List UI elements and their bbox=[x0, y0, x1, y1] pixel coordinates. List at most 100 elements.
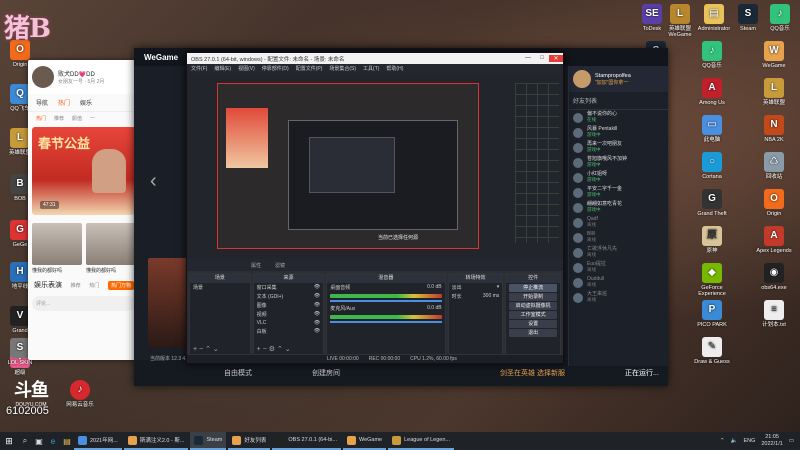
obs-menu-item[interactable]: 工具(T) bbox=[363, 65, 379, 72]
friend-item[interactable]: 小红姐呀 游戏中 bbox=[569, 170, 668, 185]
taskbar-task[interactable]: WeGame bbox=[342, 432, 387, 450]
desktop-icon[interactable]: G Grand Theft bbox=[694, 189, 730, 217]
section-link[interactable]: 热门 bbox=[89, 282, 99, 289]
taskbar-task[interactable]: League of Legen... bbox=[388, 432, 454, 450]
server-select[interactable]: 剑圣在英雄 选择新服 bbox=[500, 368, 565, 378]
friend-item[interactable]: 大王来巡 离线 bbox=[569, 290, 668, 305]
desktop-icon[interactable]: W WeGame bbox=[756, 41, 792, 69]
section-link[interactable]: 推荐 bbox=[71, 282, 81, 289]
desktop-icon[interactable]: ≡ 计划本.txt bbox=[756, 300, 792, 328]
tab-nav[interactable]: 导航 bbox=[36, 98, 48, 107]
obs-menu-item[interactable]: 文件(F) bbox=[191, 65, 207, 72]
windows-start-icon[interactable]: ⊞ bbox=[0, 432, 18, 450]
obs-preview[interactable]: 当前已选择任何源 bbox=[187, 73, 563, 259]
control-button-3[interactable]: 工作室模式 bbox=[509, 311, 558, 319]
desktop-icon[interactable]: ✎ Draw & Guess bbox=[694, 337, 730, 365]
language-indicator[interactable]: ENG bbox=[743, 438, 755, 444]
control-button-2[interactable]: 启动虚拟摄像机 bbox=[509, 302, 558, 310]
edge-icon[interactable]: e bbox=[46, 432, 60, 450]
file-explorer-icon[interactable]: ▤ bbox=[60, 432, 74, 450]
friend-item[interactable]: Ouddull 离线 bbox=[569, 275, 668, 290]
volume-slider[interactable] bbox=[330, 300, 442, 302]
taskbar-task[interactable]: OBS 27.0.1 (64-bi... bbox=[272, 432, 341, 450]
eye-icon[interactable]: 👁 bbox=[314, 311, 320, 318]
chevron-up-icon[interactable]: ⌃ bbox=[720, 438, 725, 444]
source-item[interactable]: 白板 👁 bbox=[254, 327, 324, 336]
source-item[interactable]: 文本 (GDI+) 👁 bbox=[254, 292, 324, 301]
subtab-looks[interactable]: 颜值 bbox=[72, 115, 82, 122]
taskbar-task[interactable]: 斯满注义2.0 - 斯... bbox=[123, 432, 189, 450]
tab-hot[interactable]: 热门 bbox=[58, 98, 70, 107]
friend-item[interactable]: 风暴 Pentakill 游戏中 bbox=[569, 125, 668, 140]
friend-item[interactable]: Qadf 离线 bbox=[569, 215, 668, 230]
source-item[interactable]: 视频 👁 bbox=[254, 310, 324, 319]
tab-entertainment[interactable]: 娱乐 bbox=[80, 98, 92, 107]
taskbar-task[interactable]: 2021年网... bbox=[74, 432, 122, 450]
obs-menu-item[interactable]: 帮助(H) bbox=[386, 65, 403, 72]
subtab-hot[interactable]: 热门 bbox=[36, 115, 46, 122]
filters-button[interactable]: 滤镜 bbox=[275, 262, 285, 269]
friend-item[interactable]: 偏不说你的心 在线 bbox=[569, 110, 668, 125]
desktop-icon[interactable]: O Origin bbox=[756, 189, 792, 217]
minimize-icon[interactable]: — bbox=[521, 55, 535, 62]
desktop-icon[interactable]: ◉ obs64.exe bbox=[756, 263, 792, 291]
stream-thumbnail[interactable] bbox=[32, 223, 82, 265]
desktop-icon[interactable]: A Apex Legends bbox=[756, 226, 792, 254]
friend-item[interactable]: 再来一次吧朋友 游戏中 bbox=[569, 140, 668, 155]
notification-icon[interactable]: ▭ bbox=[789, 438, 794, 444]
source-item[interactable]: 窗口采集 👁 bbox=[254, 283, 324, 292]
obs-menu-item[interactable]: 编辑(E) bbox=[214, 65, 231, 72]
desktop-icon[interactable]: ♪ QQ音乐 bbox=[694, 41, 730, 69]
eye-icon[interactable]: 👁 bbox=[314, 320, 320, 326]
speaker-icon[interactable]: 🔈 bbox=[731, 438, 738, 444]
taskbar-task[interactable]: 好友列表 bbox=[228, 432, 271, 450]
transition-duration[interactable]: 时长 300 ms bbox=[449, 292, 503, 301]
eye-icon[interactable]: 👁 bbox=[314, 284, 320, 291]
search-icon[interactable]: ⌕ bbox=[18, 432, 32, 450]
preview-canvas[interactable]: 当前已选择任何源 bbox=[217, 83, 479, 249]
desktop-icon[interactable]: N NBA 2K bbox=[756, 115, 792, 143]
friend-item[interactable]: 亡歌浮休凡先 离线 bbox=[569, 245, 668, 260]
desktop-icon[interactable]: ♪ 网易云音乐 bbox=[62, 380, 98, 408]
my-profile[interactable]: Stampropolfea “加加”国你拿一 bbox=[569, 66, 668, 92]
close-icon[interactable]: ✕ bbox=[549, 55, 563, 62]
eye-icon[interactable]: 👁 bbox=[314, 293, 320, 300]
desktop-icon[interactable]: 原原神 bbox=[694, 226, 730, 254]
desktop-icon[interactable]: ▭ 此电脑 bbox=[694, 115, 730, 143]
subtab-recommend[interactable]: 推荐 bbox=[54, 115, 64, 122]
properties-button[interactable]: 属性 bbox=[251, 262, 261, 269]
control-button-4[interactable]: 设置 bbox=[509, 320, 558, 328]
friend-item[interactable]: Euo提拉 离线 bbox=[569, 260, 668, 275]
taskbar-task[interactable]: Steam bbox=[190, 432, 227, 450]
scenes-footer[interactable]: + − ⌃ ⌄ bbox=[190, 345, 250, 354]
control-button-5[interactable]: 退出 bbox=[509, 329, 558, 337]
clock[interactable]: 21:05 2022/1/1 bbox=[761, 434, 782, 447]
section-tag[interactable]: 热门万物 bbox=[107, 280, 134, 290]
desktop-icon[interactable]: ♺ 回收站 bbox=[756, 152, 792, 180]
source-item[interactable]: VLC 👁 bbox=[254, 319, 324, 327]
source-item[interactable]: 图像 👁 bbox=[254, 301, 324, 310]
friend-item[interactable]: 苍旭旗哦风不加钟 游戏中 bbox=[569, 155, 668, 170]
scene-item[interactable]: 场景 bbox=[190, 283, 250, 292]
sources-footer[interactable]: + − ⚙ ⌃ ⌄ bbox=[254, 345, 324, 354]
subtab-more[interactable]: 一 bbox=[90, 115, 95, 122]
task-view-icon[interactable]: ▣ bbox=[32, 432, 46, 450]
desktop-icon[interactable]: L 英雄联盟WeGame bbox=[662, 4, 698, 38]
mobile-profile[interactable]: 败犬DD💗DD 女朋友一号 · 5月 2月 bbox=[28, 60, 140, 94]
stream-thumbnail[interactable] bbox=[86, 223, 136, 265]
desktop-icon[interactable]: S Steam bbox=[730, 4, 766, 32]
obs-menu-item[interactable]: 视图(V) bbox=[238, 65, 255, 72]
desktop-icon[interactable]: P PICO PARK bbox=[694, 300, 730, 328]
maximize-icon[interactable]: □ bbox=[535, 55, 549, 62]
comment-input[interactable]: 评论... bbox=[32, 296, 136, 311]
obs-menu-item[interactable]: 配置文件(P) bbox=[296, 65, 323, 72]
eye-icon[interactable]: 👁 bbox=[314, 302, 320, 309]
obs-menu-item[interactable]: 停靠部件(D) bbox=[262, 65, 289, 72]
control-button-1[interactable]: 开始录制 bbox=[509, 293, 558, 301]
desktop-icon[interactable]: ▤ Administrator bbox=[696, 4, 732, 32]
control-button-0[interactable]: 停止推流 bbox=[509, 284, 558, 292]
obs-menu-item[interactable]: 场景集合(S) bbox=[329, 65, 356, 72]
desktop-icon[interactable]: ♪ QQ音乐 bbox=[762, 4, 798, 32]
transition-select[interactable]: 淡出 ▾ bbox=[449, 283, 503, 292]
eye-icon[interactable]: 👁 bbox=[314, 328, 320, 335]
